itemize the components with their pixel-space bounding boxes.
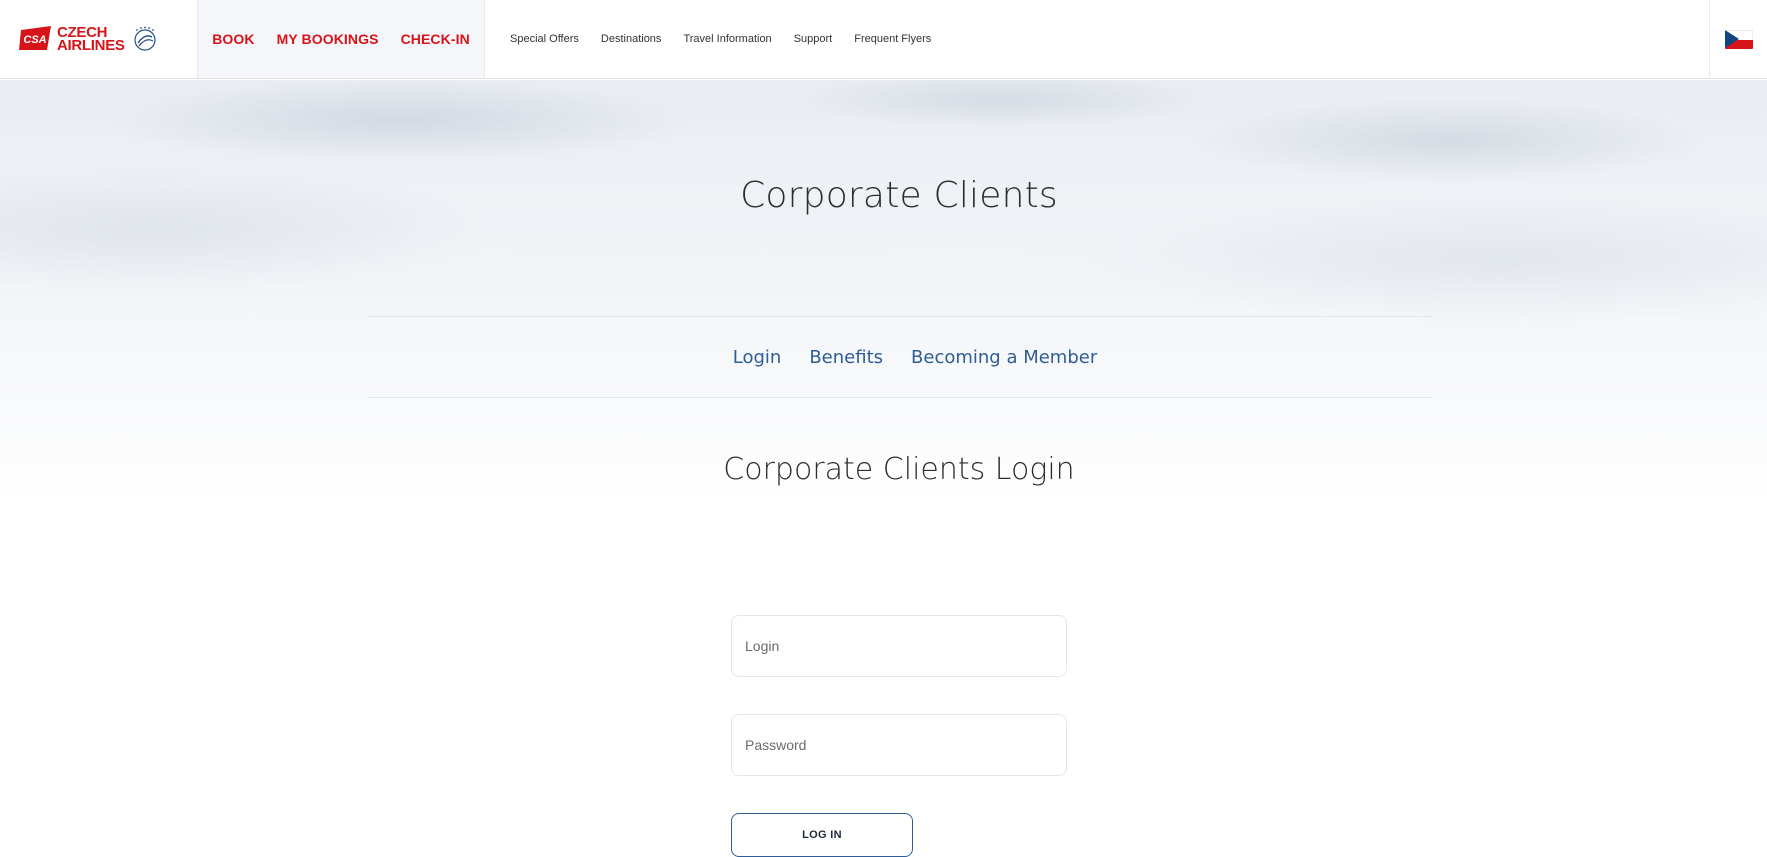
nav-frequent-flyers-link[interactable]: Frequent Flyers (854, 33, 931, 45)
primary-nav: BOOK MY BOOKINGS CHECK-IN (197, 0, 485, 78)
page-title: Corporate Clients (740, 175, 1058, 216)
login-section-title: Corporate Clients Login (723, 452, 1075, 487)
nav-travel-information-link[interactable]: Travel Information (683, 33, 771, 45)
logo-badge-text: CSA (23, 34, 46, 46)
tab-login[interactable]: Login (733, 347, 782, 368)
logo-wordmark: CZECH AIRLINES (57, 25, 125, 54)
log-in-button[interactable]: LOG IN (731, 813, 913, 857)
secondary-nav: Special Offers Destinations Travel Infor… (485, 0, 931, 78)
nav-special-offers-link[interactable]: Special Offers (510, 33, 579, 45)
password-input[interactable] (731, 714, 1067, 776)
top-header: CSA CZECH AIRLINES BOOK MY BOOKINGS CHEC… (0, 0, 1767, 79)
csa-badge-icon: CSA (19, 26, 51, 50)
tab-benefits[interactable]: Benefits (809, 347, 883, 368)
nav-support-link[interactable]: Support (794, 33, 833, 45)
section-tabs: Login Benefits Becoming a Member (367, 316, 1433, 398)
czech-airlines-logo[interactable]: CSA CZECH AIRLINES (0, 0, 197, 78)
tab-becoming-a-member[interactable]: Becoming a Member (911, 347, 1097, 368)
nav-book-link[interactable]: BOOK (212, 31, 254, 47)
nav-my-bookings-link[interactable]: MY BOOKINGS (277, 31, 379, 47)
logo-line-2: AIRLINES (57, 37, 125, 54)
sky-background (0, 80, 1767, 500)
skyteam-icon (134, 26, 156, 51)
czech-flag-icon (1724, 30, 1753, 49)
nav-destinations-link[interactable]: Destinations (601, 33, 662, 45)
login-input[interactable] (731, 615, 1067, 677)
nav-check-in-link[interactable]: CHECK-IN (401, 31, 470, 47)
language-selector[interactable] (1709, 0, 1767, 79)
